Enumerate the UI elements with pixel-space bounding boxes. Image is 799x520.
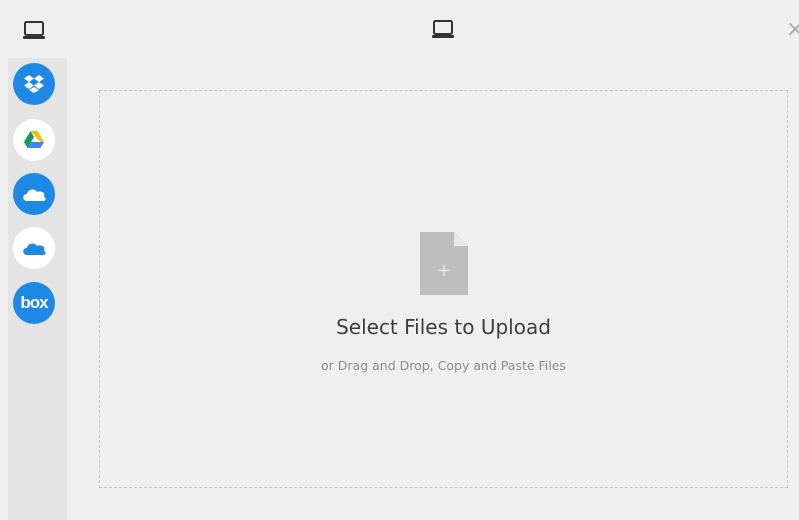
sidebar: box	[0, 0, 67, 520]
onedrive-icon	[23, 189, 46, 201]
computer-icon	[432, 20, 454, 38]
header-computer-button[interactable]	[432, 20, 454, 44]
sidebar-item-computer[interactable]	[23, 21, 45, 45]
upload-dropzone[interactable]: Select Files to Upload or Drag and Drop,…	[99, 90, 788, 488]
sidebar-item-onedrive-business[interactable]	[13, 227, 55, 269]
sidebar-rail: box	[8, 58, 67, 520]
computer-icon	[23, 21, 45, 39]
dropbox-icon	[24, 75, 44, 93]
onedrive-business-icon	[23, 243, 46, 255]
close-button[interactable]: ×	[786, 18, 799, 42]
sidebar-item-onedrive[interactable]	[13, 173, 55, 215]
sidebar-item-dropbox[interactable]	[13, 63, 55, 105]
box-icon: box	[20, 293, 48, 312]
sidebar-item-box[interactable]: box	[13, 282, 55, 324]
dropzone-subtitle: or Drag and Drop, Copy and Paste Files	[321, 358, 566, 373]
sidebar-item-google-drive[interactable]	[13, 119, 55, 161]
dropzone-title[interactable]: Select Files to Upload	[100, 315, 787, 339]
google-drive-icon	[24, 131, 44, 148]
file-add-icon[interactable]	[420, 232, 468, 300]
